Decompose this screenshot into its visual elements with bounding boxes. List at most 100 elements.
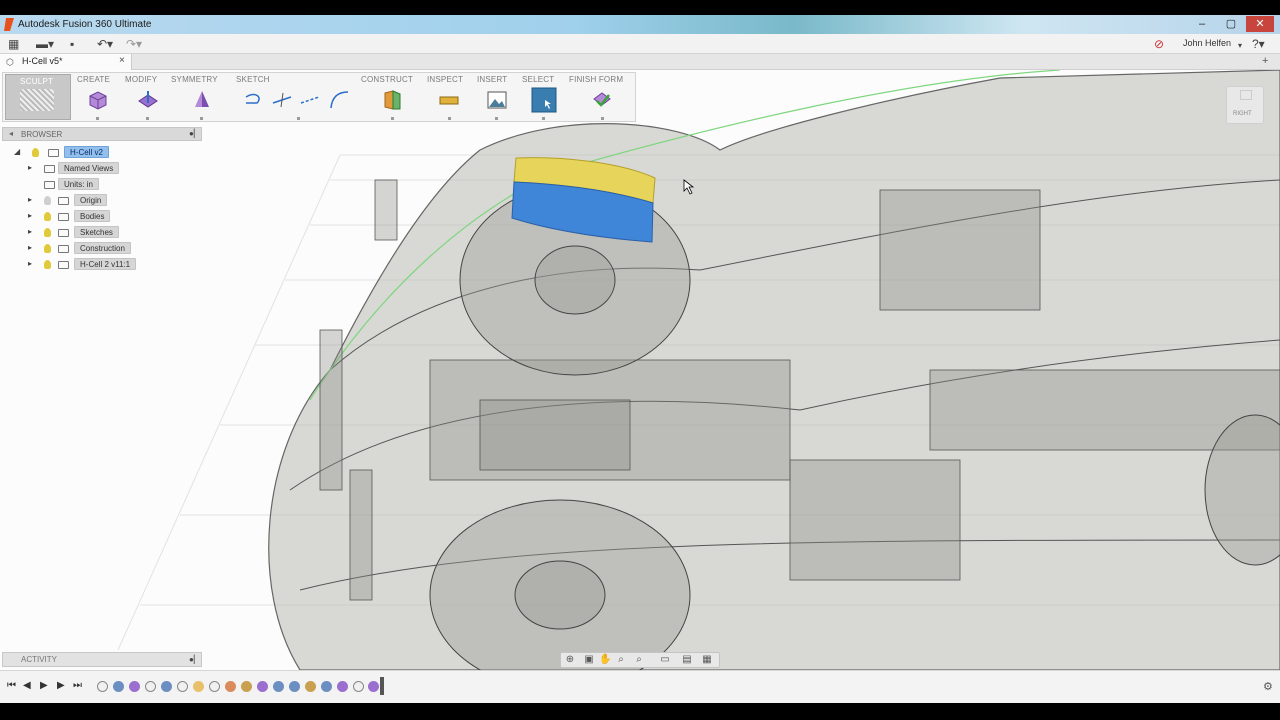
tree-node-construction[interactable]: ▸ Construction (28, 242, 204, 255)
timeline-feature[interactable] (289, 681, 300, 692)
timeline-feature[interactable] (225, 681, 236, 692)
user-menu-chevron-icon[interactable]: ▾ (1238, 39, 1242, 53)
box-icon[interactable] (87, 89, 109, 111)
undo-icon[interactable]: ↶▾ (97, 37, 113, 51)
minimize-button[interactable]: – (1188, 16, 1216, 32)
timeline-play-button[interactable]: ▶ (40, 680, 48, 691)
document-tab[interactable]: ⬡ H-Cell v5* × (0, 54, 132, 70)
tree-node-root[interactable]: ◢ H-Cell v2 (14, 146, 204, 159)
mirror-icon[interactable] (191, 89, 213, 111)
finish-form-menu[interactable]: FINISH FORM (569, 75, 623, 84)
timeline-feature[interactable] (209, 681, 220, 692)
expand-icon[interactable]: ▸ (28, 211, 38, 220)
timeline-back-button[interactable]: ◀ (23, 680, 31, 691)
modify-menu[interactable]: MODIFY (125, 75, 157, 84)
tree-node-named-views[interactable]: ▸ Named Views (28, 162, 204, 175)
fit-icon[interactable]: ⌕ (633, 654, 645, 666)
finish-icon[interactable] (591, 89, 613, 111)
expand-icon[interactable]: ▸ (28, 163, 38, 172)
timeline-end-button[interactable]: ⏭ (73, 680, 82, 691)
timeline-feature[interactable] (353, 681, 364, 692)
pin-icon[interactable]: ●▏ (189, 655, 200, 664)
save-icon[interactable]: ▪ (70, 37, 74, 51)
select-dropdown-icon[interactable] (542, 117, 545, 120)
expand-icon[interactable]: ▸ (28, 195, 38, 204)
stop-icon[interactable]: ⊘ (1154, 37, 1164, 51)
visibility-bulb-icon[interactable] (44, 212, 51, 221)
finish-dropdown-icon[interactable] (601, 117, 604, 120)
construct-dropdown-icon[interactable] (391, 117, 394, 120)
timeline-feature[interactable] (97, 681, 108, 692)
workspace-switcher[interactable]: SCULPT (5, 74, 71, 120)
close-button[interactable]: ✕ (1246, 16, 1274, 32)
expand-icon[interactable]: ▸ (28, 243, 38, 252)
browser-panel-header[interactable]: ◂ BROWSER ●▏ (2, 127, 202, 141)
line-icon[interactable] (271, 89, 293, 111)
tree-node-h-cell-2[interactable]: ▸ H-Cell 2 v11:1 (28, 258, 204, 271)
inspect-menu[interactable]: INSPECT (427, 75, 463, 84)
sketch-menu[interactable]: SKETCH (236, 75, 270, 84)
close-tab-icon[interactable]: × (119, 55, 125, 66)
construct-menu[interactable]: CONSTRUCT (361, 75, 413, 84)
inspect-dropdown-icon[interactable] (448, 117, 451, 120)
image-icon[interactable] (486, 89, 508, 111)
help-icon[interactable]: ?▾ (1252, 37, 1265, 51)
timeline-feature[interactable] (273, 681, 284, 692)
timeline-start-button[interactable]: ⏮ (7, 680, 16, 691)
modify-dropdown-icon[interactable] (146, 117, 149, 120)
new-tab-icon[interactable]: + (1262, 55, 1268, 67)
view-cube[interactable]: RIGHT (1226, 86, 1264, 124)
viewports-icon[interactable]: ▦ (701, 654, 713, 666)
timeline-feature[interactable] (321, 681, 332, 692)
pan-icon[interactable]: ✋ (599, 654, 611, 666)
timeline-forward-button[interactable]: ▶ (57, 680, 65, 691)
visibility-bulb-icon[interactable] (44, 260, 51, 269)
user-name[interactable]: John Helfen (1183, 38, 1231, 48)
visibility-bulb-icon[interactable] (44, 196, 51, 205)
insert-dropdown-icon[interactable] (495, 117, 498, 120)
timeline-marker[interactable] (380, 677, 384, 695)
timeline-feature[interactable] (193, 681, 204, 692)
expand-icon[interactable]: ◢ (14, 147, 24, 156)
symmetry-menu[interactable]: SYMMETRY (171, 75, 218, 84)
timeline-feature[interactable] (368, 681, 379, 692)
activity-panel[interactable]: ACTIVITY ●▏ (2, 652, 202, 667)
timeline-settings-gear-icon[interactable]: ⚙ (1263, 680, 1273, 693)
symmetry-dropdown-icon[interactable] (200, 117, 203, 120)
grid-settings-icon[interactable]: ▤ (681, 654, 693, 666)
display-settings-icon[interactable]: ▭ (659, 654, 671, 666)
view-cube-top-face[interactable] (1240, 90, 1252, 100)
timeline-feature[interactable] (145, 681, 156, 692)
timeline-feature[interactable] (241, 681, 252, 692)
select-menu[interactable]: SELECT (522, 75, 554, 84)
expand-icon[interactable]: ▸ (28, 259, 38, 268)
redo-icon[interactable]: ↷▾ (126, 37, 142, 51)
grid-icon[interactable]: ▦ (8, 37, 19, 51)
sketch-dropdown-icon[interactable] (297, 117, 300, 120)
visibility-bulb-icon[interactable] (44, 244, 51, 253)
select-icon[interactable] (531, 87, 557, 113)
tree-node-units[interactable]: Units: in (28, 178, 204, 191)
timeline-feature[interactable] (129, 681, 140, 692)
edit-form-icon[interactable] (137, 89, 159, 111)
expand-icon[interactable]: ▸ (28, 227, 38, 236)
tree-node-origin[interactable]: ▸ Origin (28, 194, 204, 207)
timeline-feature[interactable] (113, 681, 124, 692)
timeline-feature[interactable] (305, 681, 316, 692)
maximize-button[interactable]: ▢ (1218, 16, 1244, 32)
tree-node-sketches[interactable]: ▸ Sketches (28, 226, 204, 239)
collapse-icon[interactable]: ◂ (9, 129, 13, 138)
visibility-bulb-icon[interactable] (44, 228, 51, 237)
timeline-feature[interactable] (161, 681, 172, 692)
orbit-icon[interactable]: ⊕ (564, 654, 576, 666)
project-line-icon[interactable] (299, 89, 321, 111)
arc-icon[interactable] (328, 89, 350, 111)
create-dropdown-icon[interactable] (96, 117, 99, 120)
insert-menu[interactable]: INSERT (477, 75, 507, 84)
timeline-feature[interactable] (257, 681, 268, 692)
plane-icon[interactable] (381, 89, 403, 111)
zoom-icon[interactable]: ⌕ (615, 654, 627, 666)
pin-icon[interactable]: ●▏ (189, 129, 200, 138)
measure-icon[interactable] (438, 89, 460, 111)
create-menu[interactable]: CREATE (77, 75, 110, 84)
